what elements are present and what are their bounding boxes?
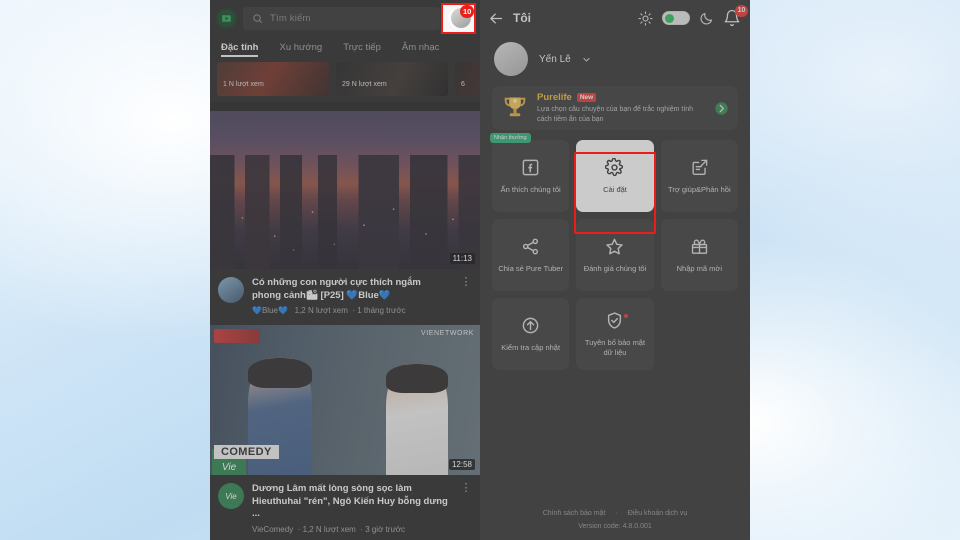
person-right	[385, 364, 448, 475]
search-icon	[253, 13, 262, 23]
shield-check-icon	[608, 311, 622, 329]
feed-divider	[210, 102, 480, 111]
search-placeholder: Tìm kiếm	[270, 12, 311, 24]
video-duration: 12:58	[448, 459, 475, 470]
banner-title: Purelife	[537, 92, 572, 103]
page-title: Tôi	[513, 11, 531, 25]
video-subtitle: VieComedy · 1,2 N lượt xem · 3 giờ trước	[252, 524, 406, 534]
tile-check-update[interactable]: Kiểm tra cập nhật	[492, 298, 570, 370]
me-header: Tôi 10	[480, 0, 750, 36]
me-profile-pane: Tôi 10 Yến Lê Purelife New Lựa chọn câu …	[480, 0, 750, 540]
star-icon	[606, 238, 624, 254]
privacy-policy-link[interactable]: Chính sách bảo mật	[543, 510, 606, 517]
notifications-button[interactable]: 10	[723, 5, 748, 27]
tile-privacy-statement[interactable]: Tuyên bố bảo mật dữ liệu	[576, 298, 654, 370]
bell-badge: 10	[735, 5, 748, 17]
video-subtitle: 💙Blue💙 1,2 N lượt xem · 1 tháng trước	[252, 306, 406, 315]
tile-label: Trợ giúp&Phản hồi	[668, 184, 731, 194]
video-channel: 💙Blue💙	[252, 306, 288, 315]
tile-rate-us[interactable]: Đánh giá chúng tôi	[576, 219, 654, 291]
network-watermark: VIENETWORK	[420, 330, 474, 337]
tile-label: Chia sẻ Pure Tuber	[498, 263, 563, 273]
profile-name: Yến Lê	[539, 53, 571, 65]
shorts-shelf: 1 N lượt xem 29 N lượt xem 6	[210, 62, 480, 98]
kebab-menu-icon[interactable]: ⋮	[460, 277, 472, 315]
profile-row[interactable]: Yến Lê	[480, 36, 750, 86]
shelf-card-views: 1 N lượt xem	[223, 81, 264, 88]
version-code: Version code: 4.8.0.001	[578, 523, 652, 530]
tile-label: Nhập mã mời	[676, 263, 722, 273]
tile-share[interactable]: Chia sẻ Pure Tuber	[492, 219, 570, 291]
video-age: 3 giờ trước	[365, 524, 406, 534]
shelf-card-views: 29 N lượt xem	[342, 81, 387, 88]
show-logo	[214, 329, 260, 343]
tab-xu-huong[interactable]: Xu hướng	[279, 42, 322, 57]
tile-invite-code[interactable]: Nhập mã mời	[660, 219, 738, 291]
video-views: 1,2 N lượt xem	[302, 524, 356, 534]
channel-avatar[interactable]: Vie	[218, 483, 244, 509]
banner-new-badge: New	[576, 93, 597, 102]
tile-label: Đánh giá chúng tôi	[583, 263, 647, 273]
cityscape-thumbnail-image	[210, 111, 480, 269]
home-header: Tìm kiếm 10	[210, 0, 480, 36]
tab-am-nhac[interactable]: Âm nhạc	[402, 42, 440, 57]
shelf-card[interactable]: 6	[455, 62, 480, 96]
tile-empty-slot	[661, 298, 738, 370]
action-tiles-grid: Nhận thưởng Ấn thích chúng tôi Cài đặt T…	[480, 130, 750, 370]
terms-of-service-link[interactable]: Điều khoản dịch vụ	[628, 510, 688, 517]
footer-links: Chính sách bảo mật · Điều khoản dịch vụ	[480, 510, 750, 517]
phone-screenshot-frame: Tìm kiếm 10 Đặc tính Xu hướng Trực tiếp …	[210, 0, 750, 540]
tile-help-feedback[interactable]: Trợ giúp&Phản hồi	[660, 140, 738, 212]
new-indicator-dot	[624, 314, 629, 318]
feedback-icon	[692, 159, 708, 175]
facebook-icon	[522, 159, 539, 175]
video-title[interactable]: Có những con người cực thích ngắm phong …	[252, 277, 452, 302]
shelf-card[interactable]: 1 N lượt xem	[217, 62, 329, 96]
video-views: 1,2 N lượt xem	[294, 306, 348, 315]
video-channel: VieComedy	[252, 524, 294, 534]
tile-label: Tuyên bố bảo mật dữ liệu	[584, 337, 646, 357]
tile-settings[interactable]: Cài đặt	[576, 140, 654, 212]
gear-icon	[605, 157, 624, 176]
video-thumbnail[interactable]: 11:13	[210, 111, 480, 269]
comedy-tag: COMEDY	[214, 445, 279, 459]
tab-truc-tiep[interactable]: Trực tiếp	[343, 42, 381, 57]
chevron-down-icon[interactable]	[582, 55, 591, 64]
tile-hot-badge: Nhận thưởng	[490, 133, 531, 143]
search-input[interactable]: Tìm kiếm	[243, 6, 440, 30]
banner-description: Lựa chọn câu chuyện của bạn để trắc nghi…	[537, 106, 694, 123]
video-duration: 11:13	[449, 253, 475, 264]
gift-icon	[691, 238, 707, 254]
chevron-right-circle-icon[interactable]	[714, 101, 729, 116]
moon-icon[interactable]	[699, 11, 714, 26]
tile-label: Ấn thích chúng tôi	[500, 184, 561, 194]
update-arrow-icon	[522, 317, 539, 333]
tile-like-us[interactable]: Nhận thưởng Ấn thích chúng tôi	[490, 133, 570, 212]
theme-toggle[interactable]	[662, 11, 690, 25]
share-icon	[523, 238, 539, 254]
profile-avatar[interactable]	[494, 42, 528, 76]
video-thumbnail[interactable]: VIENETWORK Vie COMEDY 12:58	[210, 325, 480, 475]
channel-avatar[interactable]	[218, 277, 244, 303]
purelife-banner[interactable]: Purelife New Lựa chọn câu chuyện của bạn…	[492, 86, 738, 130]
trophy-icon	[504, 97, 526, 117]
home-feed-pane: Tìm kiếm 10 Đặc tính Xu hướng Trực tiếp …	[210, 0, 480, 540]
kebab-menu-icon[interactable]: ⋮	[460, 483, 472, 534]
shelf-card[interactable]: 29 N lượt xem	[336, 62, 448, 96]
video-metadata-row: Có những con người cực thích ngắm phong …	[210, 269, 480, 325]
video-metadata-row: Vie Dương Lâm mất lòng sòng sọc làm Hieu…	[210, 475, 480, 540]
sun-icon[interactable]	[638, 10, 653, 26]
tile-label: Kiểm tra cập nhật	[501, 342, 561, 352]
tab-dac-tinh[interactable]: Đặc tính	[221, 42, 259, 57]
pure-tuber-play-logo-icon[interactable]	[216, 7, 237, 29]
shelf-card-views: 6	[461, 81, 465, 88]
feed-tabs: Đặc tính Xu hướng Trực tiếp Âm nhạc	[210, 36, 480, 62]
footer-separator: ·	[615, 510, 618, 517]
video-title[interactable]: Dương Lâm mất lòng sòng sọc làm Hieuthuh…	[252, 483, 452, 521]
comedy-thumbnail-image: VIENETWORK Vie COMEDY	[210, 325, 480, 475]
tile-label: Cài đặt	[603, 184, 627, 194]
back-arrow-icon[interactable]	[489, 11, 504, 26]
me-footer: Chính sách bảo mật · Điều khoản dịch vụ Ve…	[480, 510, 750, 530]
video-age: 1 tháng trước	[357, 306, 406, 315]
